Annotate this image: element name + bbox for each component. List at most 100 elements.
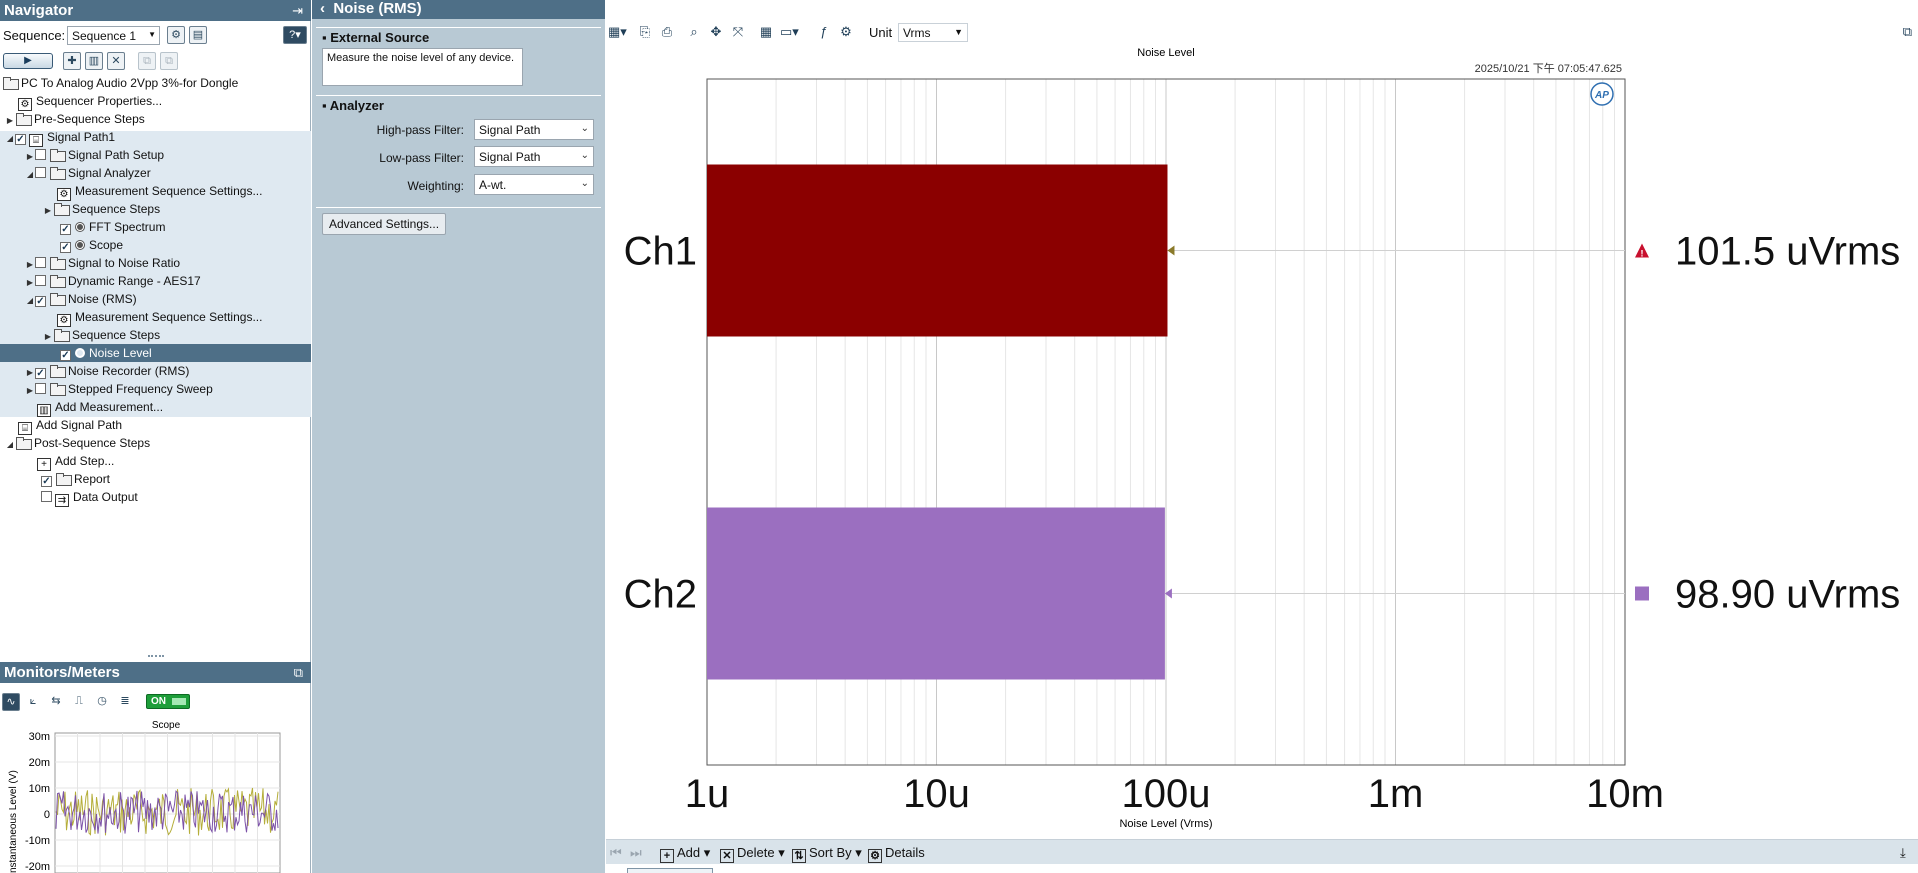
level-meter-icon[interactable]: ⇆ — [47, 693, 65, 711]
scope-monitor-icon[interactable]: ∿ — [2, 693, 20, 711]
tree-fft-spectrum[interactable]: ✓ FFT Spectrum — [60, 218, 165, 236]
collapse-icon[interactable]: ◢ — [25, 292, 35, 310]
pan-icon[interactable]: ✥ — [707, 23, 725, 41]
high-pass-label: High-pass Filter: — [376, 123, 464, 137]
graph-settings-gear-icon[interactable]: ⚙ — [837, 23, 855, 41]
tree-signal-path1[interactable]: ◢ ✓ ⌸ Signal Path1 — [5, 128, 115, 148]
checkbox-icon[interactable]: ✓ — [60, 350, 71, 361]
tree-data-output[interactable]: ⇉ Data Output — [41, 488, 138, 507]
download-icon[interactable]: ⤓ — [1900, 844, 1906, 861]
section-title: Analyzer — [329, 98, 384, 113]
back-chevron-icon[interactable]: ‹ — [320, 0, 325, 17]
tree-label: Signal Analyzer — [68, 166, 151, 180]
details-button[interactable]: ⚙ Details — [868, 844, 925, 863]
sort-by-button[interactable]: ⇅ Sort By ▾ — [792, 844, 862, 863]
collapse-icon[interactable]: ◢ — [5, 436, 15, 454]
tree-add-step[interactable]: + Add Step... — [37, 452, 114, 471]
graph-icon[interactable]: ▥ — [85, 52, 103, 70]
tree-post-sequence-steps[interactable]: ◢ Post-Sequence Steps — [5, 434, 150, 452]
sequence-properties-icon[interactable]: ▤ — [189, 26, 207, 44]
add-step-icon[interactable]: ✚ — [63, 52, 81, 70]
tree-stepped-frequency-sweep[interactable]: ▶ Stepped Frequency Sweep — [25, 380, 213, 398]
advanced-settings-button[interactable]: Advanced Settings... — [322, 213, 446, 235]
collapse-icon[interactable]: ◢ — [5, 130, 15, 148]
copy-graph-icon[interactable]: ⎘ — [636, 23, 654, 41]
data-table-icon[interactable]: ▦ — [757, 23, 775, 41]
tree-signal-path-setup[interactable]: ▶ Signal Path Setup — [25, 146, 164, 164]
checkbox-icon[interactable] — [35, 149, 46, 160]
sequence-select[interactable]: Sequence 1 ▼ — [67, 26, 160, 45]
checkbox-icon[interactable] — [35, 167, 46, 178]
divider — [316, 207, 601, 208]
tree-scope[interactable]: ✓ Scope — [60, 236, 123, 254]
expand-icon[interactable]: ▶ — [25, 382, 35, 400]
paste-icon[interactable]: ⧉ — [160, 52, 178, 70]
splitter-grip-icon[interactable] — [148, 655, 164, 658]
monitors-on-toggle[interactable]: ON — [146, 694, 190, 709]
add-button[interactable]: + Add ▾ — [660, 844, 710, 863]
analyzer-header[interactable]: ▪ Analyzer — [322, 98, 384, 113]
tree-sequencer-properties[interactable]: ⚙ Sequencer Properties... — [18, 92, 162, 111]
zoom-icon[interactable]: ⌕ — [685, 23, 703, 41]
tree-signal-analyzer[interactable]: ◢ Signal Analyzer — [25, 164, 151, 182]
checkbox-icon[interactable]: ✓ — [35, 296, 46, 307]
tree-noise-rms[interactable]: ◢ ✓ Noise (RMS) — [25, 290, 137, 308]
tree-signal-to-noise-ratio[interactable]: ▶ Signal to Noise Ratio — [25, 254, 180, 272]
details-label: Details — [885, 845, 925, 860]
pin-icon[interactable]: ⇥ — [292, 0, 303, 21]
checkbox-icon[interactable] — [41, 491, 52, 502]
folder-icon — [53, 203, 70, 216]
function-icon[interactable]: ƒ — [815, 23, 833, 41]
high-pass-select[interactable]: Signal Path ⌄ — [474, 119, 594, 140]
tree-report[interactable]: ✓ Report — [41, 470, 110, 488]
tree-add-signal-path[interactable]: ⌸ Add Signal Path — [18, 416, 123, 435]
tree-sequence-steps-1[interactable]: ▶ Sequence Steps — [43, 200, 160, 218]
spectrum-monitor-icon[interactable]: ⟀ — [24, 693, 42, 711]
help-icon[interactable]: ?▾ — [283, 26, 307, 44]
checkbox-icon[interactable]: ✓ — [60, 224, 71, 235]
expand-icon[interactable]: ▶ — [43, 202, 53, 220]
collapse-icon[interactable]: ◢ — [25, 166, 35, 184]
clock-icon[interactable]: ◷ — [93, 693, 111, 711]
list-icon[interactable]: ≣ — [116, 693, 134, 711]
tree-noise-recorder[interactable]: ▶ ✓ Noise Recorder (RMS) — [25, 362, 189, 380]
graph-type-icon[interactable]: ▭▾ — [780, 23, 799, 41]
tree-label: Add Signal Path — [36, 418, 123, 432]
expand-graph-icon[interactable]: ⧉ — [1903, 24, 1912, 40]
fit-icon[interactable]: ⤧ — [729, 23, 747, 41]
tree-pre-sequence-steps[interactable]: ▶ Pre-Sequence Steps — [5, 110, 145, 128]
tree-measurement-sequence-settings-2[interactable]: ⚙ Measurement Sequence Settings... — [57, 308, 262, 327]
unit-select[interactable]: Vrms ▼ — [898, 23, 968, 42]
settings-gear-icon[interactable]: ⚙ — [167, 26, 185, 44]
checkbox-icon[interactable]: ✓ — [41, 476, 52, 487]
scope-y-axis-label: Instantaneous Level (V) — [8, 770, 19, 873]
tree-project[interactable]: PC To Analog Audio 2Vpp 3%-for Dongle — [2, 74, 238, 92]
first-page-icon[interactable]: ⏮ — [610, 844, 622, 861]
delete-icon[interactable]: ✕ — [107, 52, 125, 70]
tree-add-measurement[interactable]: ▥ Add Measurement... — [37, 398, 163, 417]
tree-label: Signal to Noise Ratio — [68, 256, 181, 270]
tree-sequence-steps-2[interactable]: ▶ Sequence Steps — [43, 326, 160, 344]
delete-button[interactable]: ✕ Delete ▾ — [720, 844, 785, 863]
print-icon[interactable]: ⎙ — [658, 23, 676, 41]
next-page-icon[interactable]: ⏭ — [630, 844, 642, 861]
result-tab[interactable] — [627, 868, 713, 873]
weighting-select[interactable]: A-wt. ⌄ — [474, 174, 594, 195]
description-box[interactable]: Measure the noise level of any device. — [322, 48, 523, 86]
popout-icon[interactable]: ⧉ — [294, 662, 303, 683]
checkbox-icon[interactable]: ✓ — [35, 368, 46, 379]
checkbox-icon[interactable] — [35, 383, 46, 394]
checkbox-icon[interactable] — [35, 257, 46, 268]
low-pass-select[interactable]: Signal Path ⌄ — [474, 146, 594, 167]
copy-icon[interactable]: ⧉ — [138, 52, 156, 70]
tree-dynamic-range[interactable]: ▶ Dynamic Range - AES17 — [25, 272, 201, 290]
waveform-icon[interactable]: ⎍ — [70, 693, 88, 711]
tree-measurement-sequence-settings-1[interactable]: ⚙ Measurement Sequence Settings... — [57, 182, 262, 201]
checkbox-icon[interactable]: ✓ — [60, 242, 71, 253]
run-sequence-button[interactable]: ▶ — [3, 53, 53, 69]
tree-noise-level[interactable]: ✓ Noise Level — [0, 344, 311, 362]
save-menu-icon[interactable]: ▦▾ — [608, 23, 627, 41]
external-source-header[interactable]: ▪ External Source — [322, 30, 429, 45]
checkbox-icon[interactable] — [35, 275, 46, 286]
checkbox-icon[interactable]: ✓ — [15, 134, 26, 145]
